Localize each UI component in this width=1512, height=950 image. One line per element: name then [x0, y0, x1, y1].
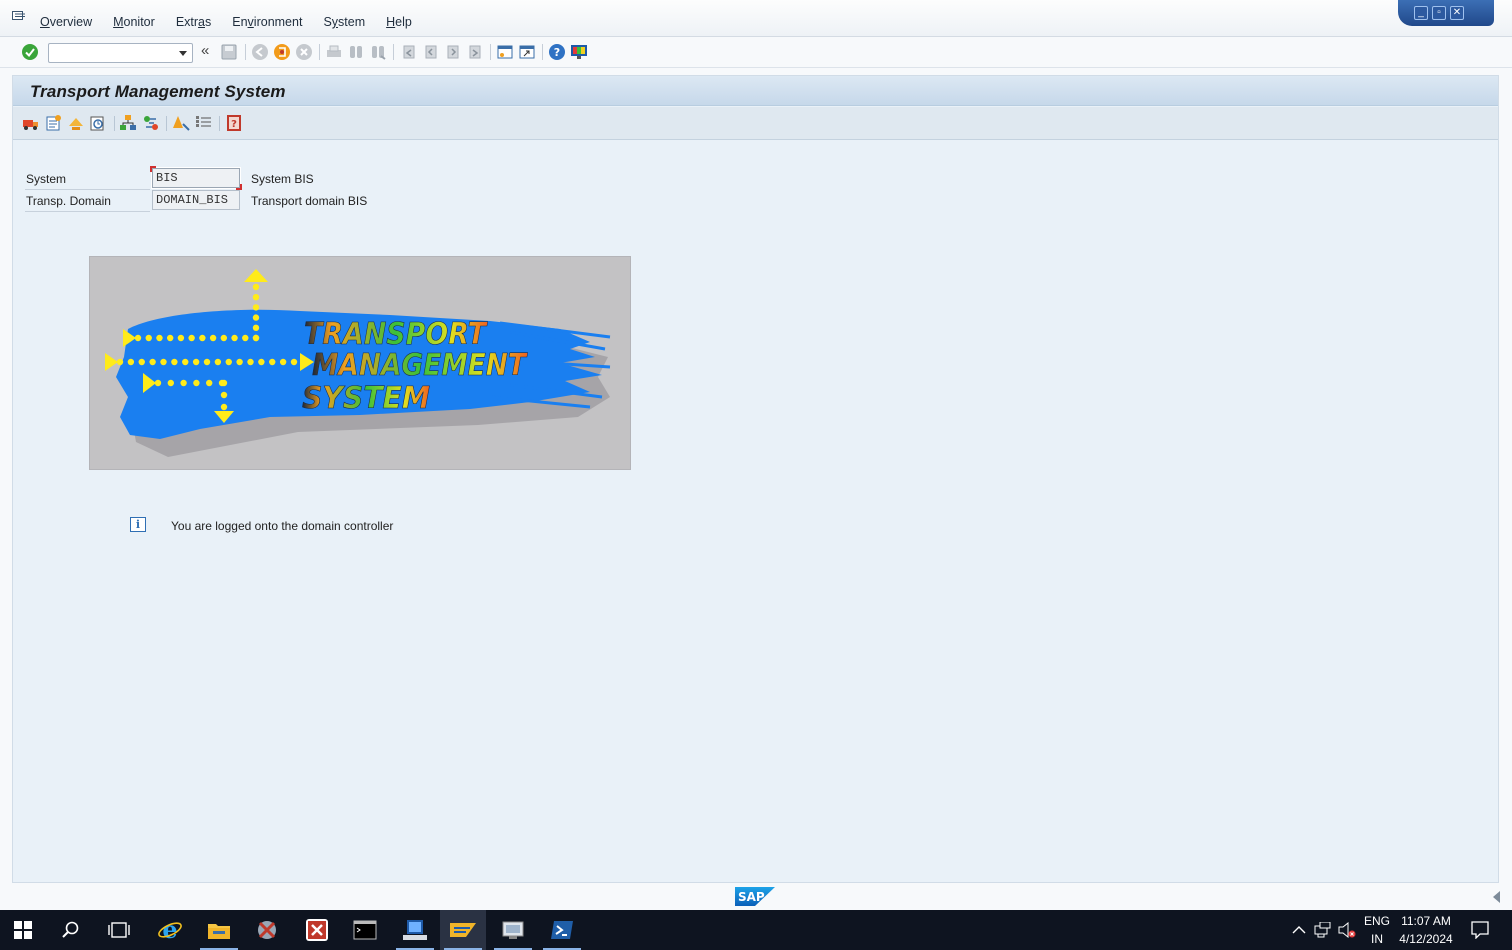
logo-line1: TRANSPORT: [304, 317, 488, 352]
menu-monitor[interactable]: Monitor: [113, 15, 155, 29]
toolbar-separator: [245, 44, 246, 60]
command-field[interactable]: [48, 43, 193, 63]
menu-list: Overview Monitor Extras Environment System He…: [40, 15, 433, 29]
server-manager-icon[interactable]: [392, 910, 438, 950]
toolbar-separator: [166, 116, 167, 131]
menu-extras[interactable]: Extras: [176, 15, 211, 29]
enter-icon[interactable]: [21, 43, 39, 61]
command-prompt-icon[interactable]: [342, 910, 388, 950]
menu-environment[interactable]: Environment: [232, 15, 302, 29]
menu-icon[interactable]: [12, 11, 26, 23]
remote-app-icon[interactable]: [490, 910, 536, 950]
system-field[interactable]: BIS: [150, 166, 242, 190]
menu-help[interactable]: Help: [386, 15, 412, 29]
sap-logo: SAP: [735, 887, 775, 906]
page-title: Transport Management System: [30, 82, 286, 101]
logo-line3: SYSTEM: [302, 381, 430, 416]
toolbar-separator: [490, 44, 491, 60]
toolbar-separator: [393, 44, 394, 60]
label-underline: [25, 211, 150, 212]
main-content: Transport Management System ? System BIS…: [12, 75, 1499, 883]
find-icon[interactable]: [347, 43, 365, 61]
status-bar: SAP: [0, 883, 1512, 910]
sap-logo-text: SAP: [738, 890, 765, 904]
domain-field[interactable]: DOMAIN_BIS: [152, 190, 240, 210]
language-indicator[interactable]: ENG: [1362, 914, 1392, 928]
back-arrows-icon[interactable]: «: [201, 42, 209, 59]
internet-explorer-icon[interactable]: e: [147, 910, 193, 950]
tool-icon[interactable]: [244, 910, 290, 950]
transport-routes-icon[interactable]: [22, 114, 40, 132]
qa-approval-icon[interactable]: [172, 114, 190, 132]
transport-domain-icon[interactable]: [119, 114, 137, 132]
system-field-row: System BIS System BIS: [25, 166, 385, 190]
print-icon[interactable]: [325, 43, 343, 61]
toolbar-separator: [319, 44, 320, 60]
create-session-icon[interactable]: [496, 43, 514, 61]
back-icon[interactable]: [251, 43, 269, 61]
previous-page-icon[interactable]: [422, 43, 440, 61]
sap-logon-icon[interactable]: [294, 910, 340, 950]
next-page-icon[interactable]: [444, 43, 462, 61]
region-indicator[interactable]: IN: [1362, 932, 1392, 946]
svg-text:e: e: [162, 917, 177, 943]
svg-text:?: ?: [231, 119, 237, 130]
application-toolbar: ?: [13, 107, 1498, 140]
close-icon[interactable]: ✕: [1450, 6, 1464, 20]
domain-label: Transp. Domain: [26, 194, 111, 208]
menu-system[interactable]: System: [323, 15, 365, 29]
first-page-icon[interactable]: [400, 43, 418, 61]
file-explorer-icon[interactable]: [196, 910, 242, 950]
settings-list-icon[interactable]: [195, 114, 213, 132]
powershell-icon[interactable]: [539, 910, 585, 950]
domain-description: Transport domain BIS: [251, 194, 368, 208]
task-view-icon[interactable]: [96, 910, 142, 950]
info-message: You are logged onto the domain controlle…: [171, 519, 394, 533]
chevron-up-icon[interactable]: [1292, 925, 1306, 935]
transport-layers-icon[interactable]: [142, 114, 160, 132]
minimize-icon[interactable]: _: [1414, 6, 1428, 20]
info-icon: i: [130, 517, 146, 532]
exit-icon[interactable]: [273, 43, 291, 61]
import-overview-icon[interactable]: [67, 114, 85, 132]
toolbar-separator: [542, 44, 543, 60]
menu-overview[interactable]: Overview: [40, 15, 92, 29]
clock-date[interactable]: 4/12/2024: [1396, 932, 1456, 946]
system-overview-icon[interactable]: [45, 114, 63, 132]
chevron-down-icon[interactable]: [179, 51, 187, 56]
help-docu-icon[interactable]: ?: [225, 114, 243, 132]
customize-layout-icon[interactable]: [570, 43, 588, 61]
find-next-icon[interactable]: [369, 43, 387, 61]
sap-gui-icon[interactable]: [440, 910, 486, 950]
tms-logo: TRANSPORT MANAGEMENT SYSTEM: [89, 256, 631, 470]
cancel-icon[interactable]: [295, 43, 313, 61]
logo-line2: MANAGEMENT: [312, 348, 528, 383]
sap-gui-window: Overview Monitor Extras Environment System He…: [0, 0, 1512, 910]
network-icon[interactable]: [1314, 922, 1332, 938]
tms-logo-graphic: TRANSPORT MANAGEMENT SYSTEM: [105, 269, 611, 457]
shortcut-icon[interactable]: [518, 43, 536, 61]
search-icon[interactable]: [48, 910, 94, 950]
notifications-icon[interactable]: [1471, 921, 1489, 939]
domain-field-row: Transp. Domain DOMAIN_BIS Transport doma…: [25, 190, 385, 212]
clock-time[interactable]: 11:07 AM: [1398, 914, 1454, 928]
toolbar-separator: [219, 116, 220, 131]
start-icon[interactable]: [0, 910, 46, 950]
system-label: System: [26, 172, 67, 186]
windows-taskbar: e ENG IN 11:07 AM 4/12/2024: [0, 910, 1512, 950]
tms-alert-icon[interactable]: [89, 114, 107, 132]
window-controls: _ ▫ ✕: [1398, 0, 1494, 26]
status-bar-toggle-icon[interactable]: [1493, 891, 1500, 903]
save-icon[interactable]: [220, 43, 238, 61]
menu-bar: Overview Monitor Extras Environment System He…: [0, 0, 1512, 37]
title-bar: Transport Management System: [13, 76, 1498, 106]
volume-muted-icon[interactable]: [1338, 922, 1356, 938]
restore-icon[interactable]: ▫: [1432, 6, 1446, 20]
help-icon[interactable]: ?: [548, 43, 566, 61]
last-page-icon[interactable]: [466, 43, 484, 61]
system-description: System BIS: [251, 172, 314, 186]
toolbar-separator: [114, 116, 115, 131]
svg-text:?: ?: [554, 46, 560, 59]
